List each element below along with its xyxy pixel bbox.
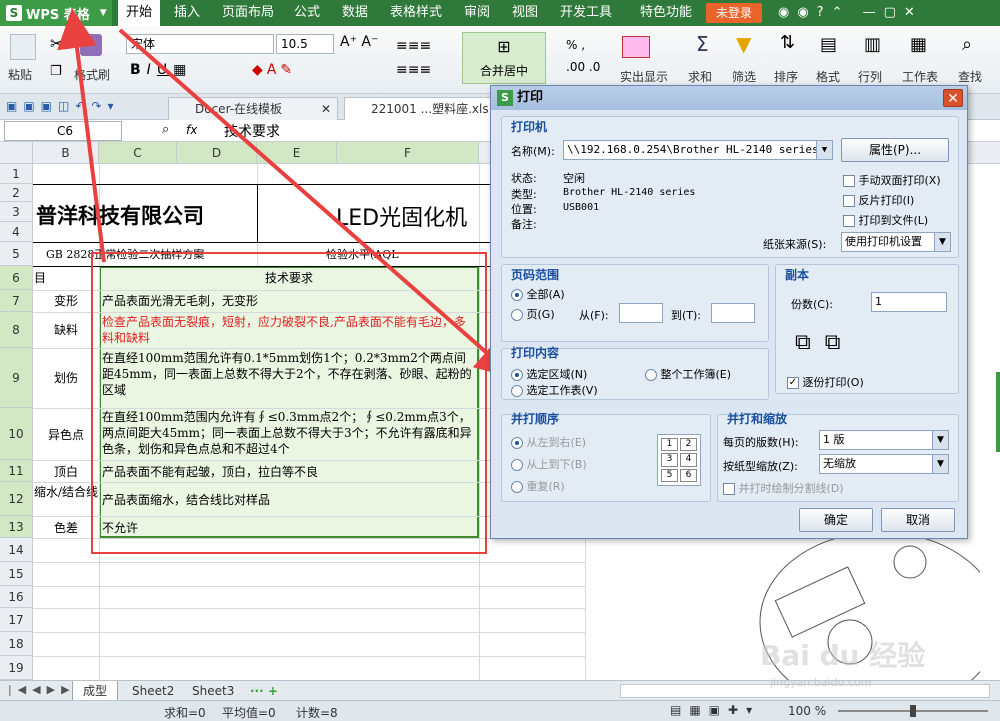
selection-radio[interactable]: 选定区域(N) bbox=[511, 366, 587, 382]
zoom-level[interactable]: 100 % bbox=[788, 704, 826, 718]
status-label: 状态: bbox=[511, 172, 537, 185]
range-pages-radio[interactable]: 页(G) bbox=[511, 306, 555, 322]
status-count: 计数=8 bbox=[296, 706, 338, 720]
close-icon[interactable]: ✕ bbox=[943, 89, 963, 107]
from-label: 从(F): bbox=[579, 309, 609, 322]
copies-title: 副本 bbox=[785, 268, 810, 282]
status-sum: 求和=0 bbox=[164, 706, 206, 720]
chevron-down-icon: ▼ bbox=[932, 455, 948, 473]
workbook-radio[interactable]: 整个工作簿(E) bbox=[645, 366, 731, 382]
copies-input[interactable]: 1 bbox=[871, 292, 947, 312]
page-range-title: 页码范围 bbox=[511, 268, 560, 282]
scale-select[interactable]: 无缩放 ▼ bbox=[819, 454, 949, 474]
where-value: USB001 bbox=[563, 202, 600, 213]
sheet-tab-sheet2[interactable]: Sheet2 bbox=[122, 681, 184, 701]
view-mode-icons[interactable]: ▤▦▣✚▾ bbox=[670, 703, 760, 717]
scale-title: 并打和缩放 bbox=[727, 412, 788, 426]
collate-checkbox[interactable]: ✓ 逐份打印(O) bbox=[787, 374, 864, 390]
chevron-down-icon: ▼ bbox=[932, 431, 948, 449]
to-input[interactable] bbox=[711, 303, 755, 323]
print-dialog: 打印 S ✕ 打印机 名称(M): \\192.168.0.254\Brothe… bbox=[490, 85, 968, 539]
printer-group-title: 打印机 bbox=[511, 120, 548, 134]
per-page-label: 每页的版数(H): bbox=[723, 436, 799, 449]
chevron-down-icon: ▼ bbox=[934, 233, 950, 251]
per-page-select[interactable]: 1 版 ▼ bbox=[819, 430, 949, 450]
repeat-radio[interactable]: 重复(R) bbox=[511, 478, 565, 494]
ltr-radio[interactable]: 从左到右(E) bbox=[511, 434, 586, 450]
cancel-button[interactable]: 取消 bbox=[881, 508, 955, 532]
paper-source-select[interactable]: 使用打印机设置 ▼ bbox=[841, 232, 951, 252]
order-title: 并打顺序 bbox=[511, 412, 560, 426]
status-bar: 求和=0 平均值=0 计数=8 ▤▦▣✚▾ 100 % bbox=[0, 700, 1000, 721]
dialog-title: 打印 bbox=[491, 86, 967, 110]
divider-checkbox[interactable]: 并打时绘制分割线(D) bbox=[723, 480, 844, 496]
zoom-thumb[interactable] bbox=[910, 705, 916, 717]
comment-label: 备注: bbox=[511, 218, 537, 231]
reverse-checkbox[interactable]: 反片打印(I) bbox=[843, 192, 914, 208]
where-label: 位置: bbox=[511, 203, 537, 216]
status-value: 空闲 bbox=[563, 172, 585, 185]
watermark-url: jingyan.baidu.com bbox=[770, 676, 872, 689]
from-input[interactable] bbox=[619, 303, 663, 323]
type-value: Brother HL-2140 series bbox=[563, 187, 696, 198]
watermark-logo: Bai du 经验 bbox=[760, 639, 926, 672]
selected-sheets-radio[interactable]: 选定工作表(V) bbox=[511, 382, 598, 398]
sheet-tab-chengxing[interactable]: 成型 bbox=[72, 681, 119, 701]
printer-name-label: 名称(M): bbox=[511, 145, 555, 158]
order-preview: 12 34 56 bbox=[657, 434, 701, 486]
ttb-radio[interactable]: 从上到下(B) bbox=[511, 456, 587, 472]
print-content-title: 打印内容 bbox=[511, 346, 560, 360]
collate-illustration-icon: ⧉⧉ bbox=[795, 330, 855, 355]
duplex-checkbox[interactable]: 手动双面打印(X) bbox=[843, 172, 941, 188]
range-all-radio[interactable]: 全部(A) bbox=[511, 286, 565, 302]
wps-logo-icon: S bbox=[497, 90, 513, 106]
properties-button[interactable]: 属性(P)... bbox=[841, 138, 949, 162]
printer-select[interactable]: \\192.168.0.254\Brother HL-2140 series ▼ bbox=[563, 140, 833, 160]
copies-label: 份数(C): bbox=[791, 298, 833, 311]
paper-source-label: 纸张来源(S): bbox=[763, 238, 827, 251]
status-avg: 平均值=0 bbox=[222, 706, 276, 720]
sheet-tab-sheet3[interactable]: Sheet3 bbox=[182, 681, 244, 701]
print-to-file-checkbox[interactable]: 打印到文件(L) bbox=[843, 212, 928, 228]
type-label: 类型: bbox=[511, 188, 537, 201]
ok-button[interactable]: 确定 bbox=[799, 508, 873, 532]
add-sheet-icon[interactable]: ··· + bbox=[240, 681, 288, 701]
scale-label: 按纸型缩放(Z): bbox=[723, 460, 798, 473]
to-label: 到(T): bbox=[671, 309, 702, 322]
chevron-down-icon: ▼ bbox=[816, 141, 832, 159]
